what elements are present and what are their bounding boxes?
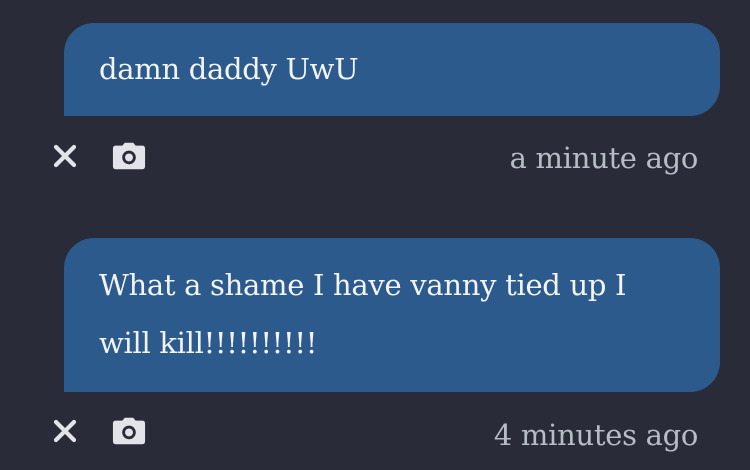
message-text: damn daddy UwU xyxy=(99,52,359,86)
message-text: What a shame I have vanny tied up I will… xyxy=(99,268,627,360)
message-actions xyxy=(48,138,146,174)
screenshot-button[interactable] xyxy=(112,414,146,448)
bubble-tail xyxy=(28,364,64,392)
close-icon xyxy=(53,144,77,168)
message-timestamp: a minute ago xyxy=(509,141,699,175)
camera-icon xyxy=(112,142,146,170)
message-timestamp: 4 minutes ago xyxy=(493,418,698,452)
close-icon xyxy=(53,419,77,443)
camera-icon xyxy=(112,417,146,445)
delete-button[interactable] xyxy=(48,414,82,448)
delete-button[interactable] xyxy=(48,139,82,173)
bubble-tail xyxy=(28,88,64,116)
message-bubble: damn daddy UwU xyxy=(64,23,720,116)
message-bubble: What a shame I have vanny tied up I will… xyxy=(64,238,720,392)
screenshot-button[interactable] xyxy=(112,139,146,173)
message-actions xyxy=(48,413,146,449)
